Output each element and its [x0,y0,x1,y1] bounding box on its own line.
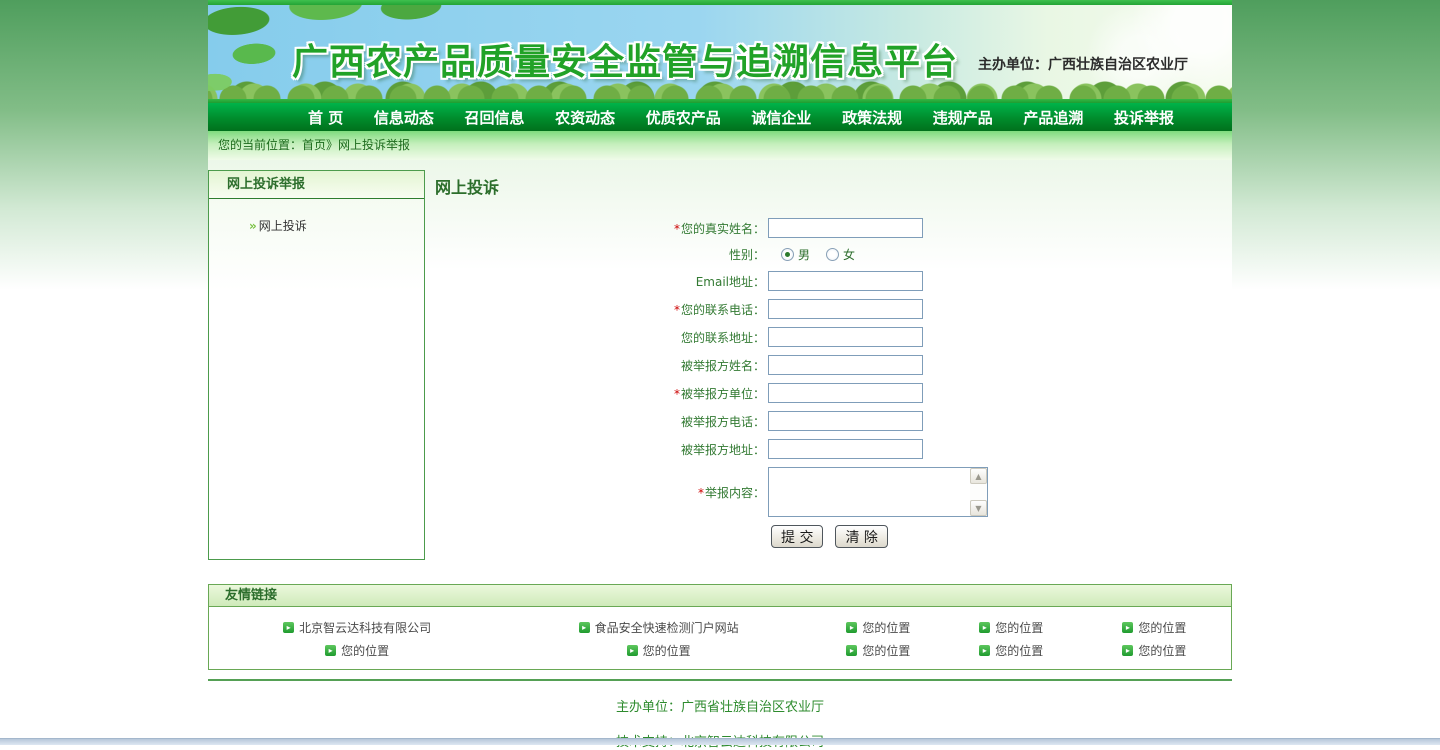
reported-address-input[interactable] [768,439,923,459]
reported-address-label: 被举报方地址： [435,441,765,458]
banner-bottom-strip [208,99,1232,103]
gender-label: 性别： [435,246,765,263]
friend-link[interactable]: ▸您的位置 [979,619,1043,636]
gender-female-radio[interactable] [826,248,839,261]
friend-links-table: ▸北京智云达科技有限公司 ▸食品安全快速检测门户网站 ▸您的位置 ▸您的位置 ▸… [209,614,1231,660]
gender-radio-group: 男 女 [771,246,861,263]
required-marker: * [674,303,680,317]
link-arrow-icon: ▸ [325,645,336,656]
reported-name-input[interactable] [768,355,923,375]
breadcrumb: 您的当前位置：首页》网上投诉举报 [208,131,1232,160]
complaint-form: *您的真实姓名： 性别： 男 女 Email地址： [435,218,1232,548]
email-input[interactable] [768,271,923,291]
nav-item-policies[interactable]: 政策法规 [842,107,902,128]
friend-link[interactable]: ▸食品安全快速检测门户网站 [579,619,739,636]
form-row: *您的真实姓名： [435,218,1232,238]
form-row: *举报内容： ▲ ▼ [435,467,1232,517]
form-row: *被举报方单位： [435,383,1232,403]
required-marker: * [674,222,680,236]
friend-link[interactable]: ▸您的位置 [1122,619,1186,636]
nav-item-premium-products[interactable]: 优质农产品 [646,107,721,128]
textarea-scrollbar[interactable]: ▲ ▼ [970,468,987,516]
email-label: Email地址： [435,273,765,290]
real-name-input[interactable] [768,218,923,238]
banner-host-label: 主办单位：广西壮族自治区农业厅 [978,54,1188,74]
link-arrow-icon: ▸ [627,645,638,656]
main-nav: 首 页 信息动态 召回信息 农资动态 优质农产品 诚信企业 政策法规 违规产品 … [208,103,1232,131]
friend-link[interactable]: ▸您的位置 [846,642,910,659]
page-title: 网上投诉 [435,174,1232,198]
reported-unit-input[interactable] [768,383,923,403]
link-arrow-icon: ▸ [579,622,590,633]
required-marker: * [674,387,680,401]
contact-phone-input[interactable] [768,299,923,319]
site-title: 广西农产品质量安全监管与追溯信息平台 [292,33,958,85]
reported-unit-label: *被举报方单位： [435,385,765,402]
form-buttons-row: 提 交 清 除 [771,525,1232,548]
scrollbar-track[interactable] [970,484,987,500]
friend-link[interactable]: ▸您的位置 [979,642,1043,659]
nav-item-news[interactable]: 信息动态 [374,107,434,128]
link-arrow-icon: ▸ [1122,645,1133,656]
gender-female-label: 女 [843,246,855,263]
sidebar-title: 网上投诉举报 [209,171,424,199]
contact-phone-label: *您的联系电话： [435,301,765,318]
banner: 广西农产品质量安全监管与追溯信息平台 主办单位：广西壮族自治区农业厅 [208,0,1232,103]
link-arrow-icon: ▸ [979,622,990,633]
reported-phone-label: 被举报方电话： [435,413,765,430]
contact-address-label: 您的联系地址： [435,329,765,346]
form-row: Email地址： [435,271,1232,291]
link-arrow-icon: ▸ [1122,622,1133,633]
double-arrow-icon: » [249,219,257,233]
reported-phone-input[interactable] [768,411,923,431]
form-row: 被举报方地址： [435,439,1232,459]
form-row: 被举报方电话： [435,411,1232,431]
required-marker: * [698,486,704,500]
form-row: 性别： 男 女 [435,246,1232,263]
submit-button[interactable]: 提 交 [771,525,823,548]
nav-item-recall[interactable]: 召回信息 [465,107,525,128]
nav-item-traceability[interactable]: 产品追溯 [1023,107,1083,128]
link-arrow-icon: ▸ [846,622,857,633]
scroll-up-icon[interactable]: ▲ [970,468,987,484]
form-row: 您的联系地址： [435,327,1232,347]
page-content: 广西农产品质量安全监管与追溯信息平台 主办单位：广西壮族自治区农业厅 首 页 信… [208,0,1232,750]
breadcrumb-text: 您的当前位置：首页》网上投诉举报 [218,138,410,152]
nav-item-complaints[interactable]: 投诉举报 [1114,107,1174,128]
main-panel: 网上投诉 *您的真实姓名： 性别： 男 女 Email地址： [425,170,1232,560]
scroll-down-icon[interactable]: ▼ [970,500,987,516]
nav-item-agri-materials[interactable]: 农资动态 [555,107,615,128]
link-arrow-icon: ▸ [283,622,294,633]
nav-item-trusted-companies[interactable]: 诚信企业 [751,107,811,128]
form-row: 被举报方姓名： [435,355,1232,375]
browser-window-edge [0,738,1440,745]
friend-links-section: 友情链接 ▸北京智云达科技有限公司 ▸食品安全快速检测门户网站 ▸您的位置 ▸您… [208,584,1232,670]
form-row: *您的联系电话： [435,299,1232,319]
friend-link[interactable]: ▸您的位置 [1122,642,1186,659]
friend-links-title: 友情链接 [209,585,1231,607]
body-area: 网上投诉举报 »网上投诉 网上投诉 *您的真实姓名： 性别： 男 [208,160,1232,560]
report-content-label: *举报内容： [435,484,765,501]
gender-male-label: 男 [798,246,810,263]
friend-link[interactable]: ▸您的位置 [627,642,691,659]
nav-item-violations[interactable]: 违规产品 [933,107,993,128]
reported-name-label: 被举报方姓名： [435,357,765,374]
sidebar-item-label: 网上投诉 [259,219,307,233]
contact-address-input[interactable] [768,327,923,347]
gender-male-radio[interactable] [781,248,794,261]
real-name-label: *您的真实姓名： [435,220,765,237]
clear-button[interactable]: 清 除 [835,525,887,548]
friend-link[interactable]: ▸您的位置 [846,619,910,636]
friend-link[interactable]: ▸您的位置 [325,642,389,659]
footer-host: 主办单位：广西省壮族自治区农业厅 [208,696,1232,715]
nav-item-home[interactable]: 首 页 [308,107,343,128]
report-content-field: ▲ ▼ [768,467,988,517]
banner-artwork: 广西农产品质量安全监管与追溯信息平台 主办单位：广西壮族自治区农业厅 [208,5,1232,99]
link-arrow-icon: ▸ [846,645,857,656]
link-arrow-icon: ▸ [979,645,990,656]
sidebar: 网上投诉举报 »网上投诉 [208,170,425,560]
friend-link[interactable]: ▸北京智云达科技有限公司 [283,619,431,636]
sidebar-item-online-complaint[interactable]: »网上投诉 [249,217,424,234]
report-content-textarea[interactable] [769,468,970,516]
